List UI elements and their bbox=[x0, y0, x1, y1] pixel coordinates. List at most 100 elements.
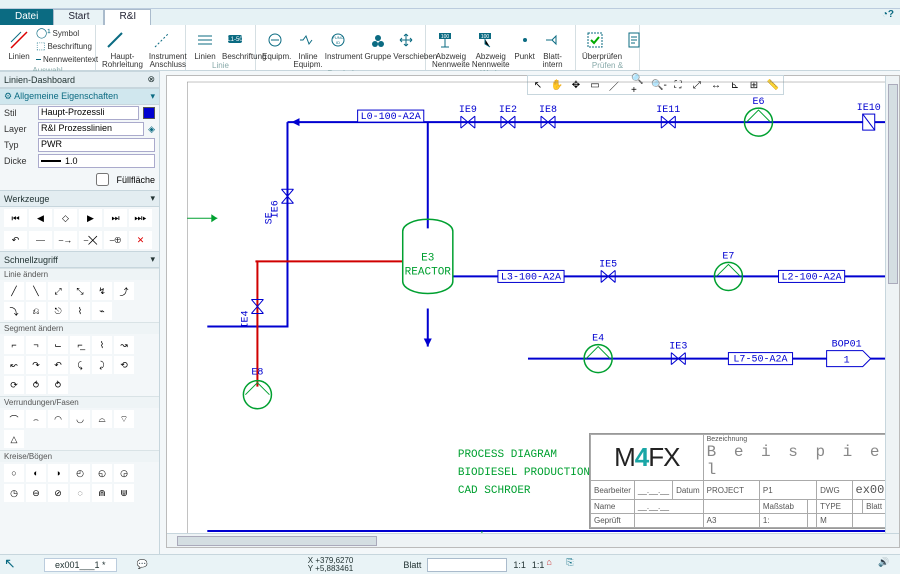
join-icon[interactable]: ⎯⊕ bbox=[104, 231, 127, 249]
stool-12[interactable]: ⟲ bbox=[114, 356, 134, 374]
ftool-5[interactable]: ⌓ bbox=[92, 410, 112, 428]
extend-icon[interactable]: ⎯→ bbox=[54, 231, 77, 249]
branch-nominal-button[interactable]: 100 bbox=[432, 27, 458, 53]
stool-13[interactable]: ⟳ bbox=[4, 376, 24, 394]
panel-dashboard-header[interactable]: Linien-Dashboard⊗ bbox=[0, 71, 159, 88]
ltool-10[interactable]: ⌇ bbox=[70, 302, 90, 320]
ltool-2[interactable]: ╲ bbox=[26, 282, 46, 300]
instrument-connect-button[interactable] bbox=[149, 27, 175, 53]
ctool-12[interactable]: ⋓ bbox=[114, 484, 134, 502]
next-icon[interactable]: ▶ bbox=[79, 209, 102, 227]
ltool-1[interactable]: ╱ bbox=[4, 282, 24, 300]
ltool-3[interactable]: ⤢ bbox=[48, 282, 68, 300]
tab-ri[interactable]: R&I bbox=[104, 9, 151, 25]
ctool-3[interactable]: ◑ bbox=[48, 464, 68, 482]
status-icon-1[interactable]: ⌂ bbox=[546, 557, 562, 573]
status-speaker-icon[interactable]: 🔊 bbox=[878, 557, 894, 573]
layer-select[interactable]: R&I Prozesslinien bbox=[38, 122, 144, 136]
stool-15[interactable]: ⥁ bbox=[48, 376, 68, 394]
ltool-8[interactable]: ⎌ bbox=[26, 302, 46, 320]
cursor-mode-icon[interactable]: ↖ bbox=[4, 555, 16, 572]
main-pipe-button[interactable] bbox=[102, 27, 128, 53]
move-button[interactable] bbox=[393, 27, 419, 53]
point-button[interactable] bbox=[512, 27, 538, 53]
ctool-8[interactable]: ⊖ bbox=[26, 484, 46, 502]
undo-icon[interactable]: ↶ bbox=[4, 231, 27, 249]
canvas-area[interactable]: ↖ ✋ ✥ ▭ ／ 🔍+ 🔍- ⛶ ⤢ ↔ ⊾ ⊞ 📏 bbox=[160, 71, 900, 554]
label-tool-button[interactable]: L1-50 bbox=[222, 27, 248, 53]
group-button[interactable] bbox=[365, 27, 391, 53]
ltool-7[interactable]: ⤵ bbox=[4, 302, 24, 320]
ftool-3[interactable]: ◠ bbox=[48, 410, 68, 428]
stool-10[interactable]: ⤹ bbox=[70, 356, 90, 374]
check-button[interactable] bbox=[582, 27, 608, 53]
status-icon-2[interactable]: ⎘ bbox=[566, 557, 582, 573]
help-icon[interactable]: ◔? bbox=[876, 9, 900, 25]
branch-nominal-2-button[interactable]: 100 bbox=[472, 27, 498, 53]
end-icon[interactable]: ⏭▸ bbox=[129, 209, 152, 227]
stool-2[interactable]: ¬ bbox=[26, 336, 46, 354]
document-tab[interactable]: ex001___1 * bbox=[44, 558, 117, 572]
sheet-input[interactable] bbox=[427, 558, 507, 572]
ftool-6[interactable]: ⌔ bbox=[114, 410, 134, 428]
trim-icon[interactable]: ⎯⎯ bbox=[29, 231, 52, 249]
linien-button[interactable] bbox=[6, 27, 32, 53]
type-select[interactable]: PWR bbox=[38, 138, 155, 152]
report-button[interactable] bbox=[624, 27, 644, 53]
layer-icon[interactable]: ◈ bbox=[148, 124, 155, 135]
ctool-11[interactable]: ⋒ bbox=[92, 484, 112, 502]
symbol-icon[interactable]: ◯¹ bbox=[36, 28, 51, 39]
ctool-4[interactable]: ◴ bbox=[70, 464, 90, 482]
ftool-2[interactable]: ⌢ bbox=[26, 410, 46, 428]
color-swatch[interactable] bbox=[143, 107, 155, 119]
ctool-6[interactable]: ◶ bbox=[114, 464, 134, 482]
ftool-7[interactable]: △ bbox=[4, 430, 24, 448]
ftool-4[interactable]: ◡ bbox=[70, 410, 90, 428]
collapse-icon[interactable]: ▾ bbox=[150, 91, 155, 102]
stool-5[interactable]: ⌇ bbox=[92, 336, 112, 354]
equipment-button[interactable] bbox=[262, 27, 288, 53]
panel-props-header[interactable]: ⚙ Allgemeine Eigenschaften▾ bbox=[0, 88, 159, 105]
pin-icon[interactable]: ⊗ bbox=[147, 74, 155, 85]
chat-icon[interactable]: 💬 bbox=[137, 559, 148, 570]
stool-7[interactable]: ↜ bbox=[4, 356, 24, 374]
nominal-icon[interactable]: ⎯ bbox=[36, 54, 41, 65]
ctool-10[interactable]: ◌ bbox=[70, 484, 90, 502]
stool-6[interactable]: ↝ bbox=[114, 336, 134, 354]
ftool-1[interactable]: ⌒ bbox=[4, 410, 24, 428]
inline-equipment-button[interactable] bbox=[293, 27, 319, 53]
ctool-9[interactable]: ⊘ bbox=[48, 484, 68, 502]
thickness-select[interactable]: 1.0 bbox=[38, 154, 155, 168]
panel-quick-header[interactable]: Schnellzugriff▾ bbox=[0, 251, 159, 268]
stool-4[interactable]: ⌐̲ bbox=[70, 336, 90, 354]
stool-1[interactable]: ⌐ bbox=[4, 336, 24, 354]
stool-14[interactable]: ⥀ bbox=[26, 376, 46, 394]
ctool-2[interactable]: ◐ bbox=[26, 464, 46, 482]
prev-icon[interactable]: ◀ bbox=[29, 209, 52, 227]
stop-icon[interactable]: ◇ bbox=[54, 209, 77, 227]
ltool-11[interactable]: ⌁ bbox=[92, 302, 112, 320]
stool-11[interactable]: ⤸ bbox=[92, 356, 112, 374]
lines-tool-button[interactable] bbox=[192, 27, 218, 53]
fill-checkbox[interactable] bbox=[96, 173, 109, 186]
sheet-internal-button[interactable] bbox=[540, 27, 566, 53]
delete-icon[interactable]: ✕ bbox=[129, 231, 152, 249]
instrument-button[interactable]: FUNCID bbox=[325, 27, 351, 53]
last-icon[interactable]: ⏭ bbox=[104, 209, 127, 227]
ltool-9[interactable]: ⎋ bbox=[48, 302, 68, 320]
ltool-6[interactable]: ⤴ bbox=[114, 282, 134, 300]
tab-start[interactable]: Start bbox=[53, 9, 104, 25]
stool-8[interactable]: ↷ bbox=[26, 356, 46, 374]
scrollbar-horizontal[interactable] bbox=[167, 533, 899, 547]
first-icon[interactable]: ⏮ bbox=[4, 209, 27, 227]
ctool-1[interactable]: ○ bbox=[4, 464, 24, 482]
ltool-4[interactable]: ⤡ bbox=[70, 282, 90, 300]
split-icon[interactable]: ⎯╳ bbox=[79, 231, 102, 249]
label-icon[interactable]: ⬚ bbox=[36, 41, 45, 52]
tab-file[interactable]: Datei bbox=[0, 9, 53, 25]
ctool-5[interactable]: ◵ bbox=[92, 464, 112, 482]
scrollbar-vertical[interactable] bbox=[885, 76, 899, 533]
stool-9[interactable]: ↶ bbox=[48, 356, 68, 374]
style-select[interactable]: Haupt-Prozessli bbox=[38, 106, 139, 120]
ctool-7[interactable]: ◷ bbox=[4, 484, 24, 502]
